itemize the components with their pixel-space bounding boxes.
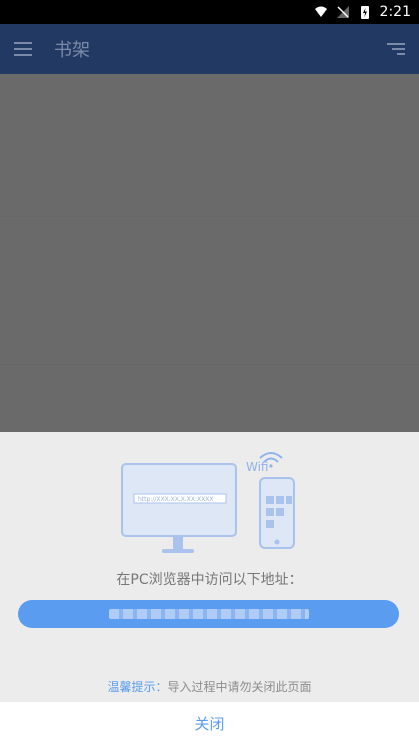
wifi-signal-icon: [314, 6, 327, 17]
close-bar: 关闭: [0, 702, 419, 744]
bookshelf-area-dimmed: [0, 74, 419, 432]
address-illustration-text: http://XXX.XX.X.XX:XXXX: [138, 496, 213, 503]
address-display[interactable]: [18, 600, 399, 628]
no-signal-icon: [336, 6, 349, 18]
wifi-transfer-sheet: http://XXX.XX.X.XX:XXXX Wifi 在PC浏览器中访问以下…: [0, 432, 419, 744]
tip-text: 温馨提示：导入过程中请勿关闭此页面: [0, 678, 419, 695]
instruction-text: 在PC浏览器中访问以下地址：: [116, 572, 303, 588]
shelf-divider: [0, 216, 419, 217]
status-bar: 2:21: [0, 0, 419, 24]
blurred-address: [108, 609, 309, 619]
shelf-divider: [0, 364, 419, 365]
page-title: 书架: [54, 40, 90, 61]
app-toolbar: 书架: [0, 24, 419, 74]
tip-label: 温馨提示：: [107, 680, 168, 694]
tip-message: 导入过程中请勿关闭此页面: [167, 680, 312, 694]
sort-icon[interactable]: [385, 41, 405, 57]
close-button[interactable]: 关闭: [194, 713, 224, 734]
battery-charging-icon: [360, 6, 369, 19]
wifi-transfer-illustration: http://XXX.XX.X.XX:XXXX Wifi: [121, 452, 295, 553]
clock: 2:21: [379, 4, 411, 20]
hamburger-menu-icon[interactable]: [14, 41, 34, 57]
